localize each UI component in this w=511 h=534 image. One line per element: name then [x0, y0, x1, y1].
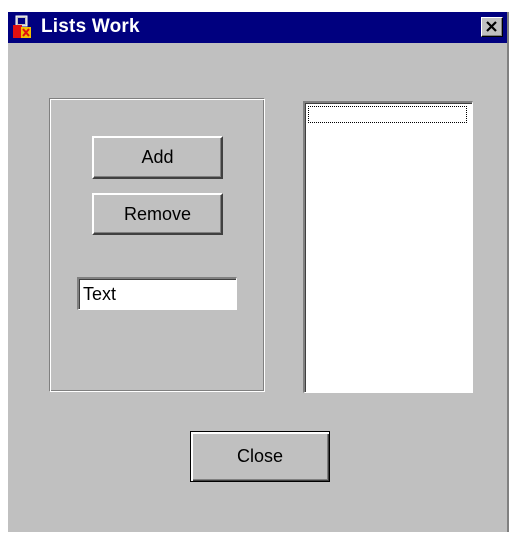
remove-button[interactable]: Remove — [92, 193, 223, 235]
close-glyph-icon — [486, 21, 497, 32]
dialog-window: Lists Work Add Remove Close — [8, 12, 509, 532]
add-button[interactable]: Add — [92, 136, 223, 179]
items-listbox[interactable] — [303, 101, 473, 393]
title-bar[interactable]: Lists Work — [8, 12, 507, 43]
text-input[interactable] — [77, 277, 237, 310]
app-logo-icon — [13, 15, 31, 38]
list-focus-row[interactable] — [308, 106, 467, 123]
close-x-icon[interactable] — [481, 17, 503, 37]
window-title: Lists Work — [41, 16, 140, 37]
close-button[interactable]: Close — [190, 431, 330, 482]
